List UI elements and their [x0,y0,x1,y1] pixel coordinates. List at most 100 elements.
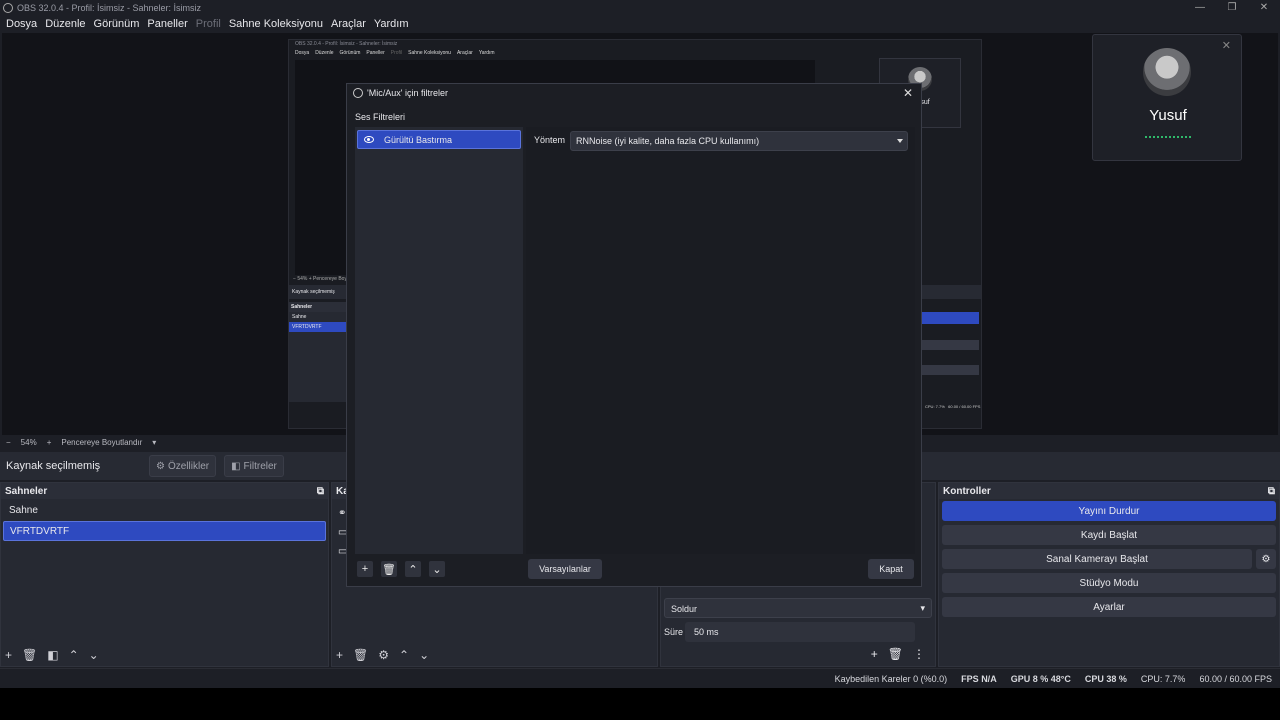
nested-primary-btn [921,312,979,324]
scene-item[interactable]: Sahne [3,500,326,520]
gpu-temp: 48°C [1050,673,1071,684]
method-label: Yöntem [534,135,566,145]
menu-help[interactable]: Yardım [370,18,413,30]
nested-zoom: 54% [297,276,308,282]
trash-icon[interactable]: 🗑 [22,648,37,662]
gpu-usage: GPU 8 % 48°C [1011,674,1071,684]
move-up-icon[interactable]: ⌃ [399,648,409,662]
zoom-level: 54% [20,438,37,447]
eye-icon[interactable] [364,136,374,143]
stop-stream-button[interactable]: Yayını Durdur [942,501,1276,521]
filters-dialog: 'Mic/Aux' için filtreler ✕ Ses Filtreler… [346,83,922,587]
scale-mode-dropdown-icon[interactable]: ▾ [152,438,156,447]
filters-button[interactable]: ◧ Filtreler [224,455,284,477]
menu-docks[interactable]: Paneller [143,18,191,30]
trash-icon[interactable]: 🗑 [353,648,368,662]
nested-menu-item: Yardım [478,50,495,56]
cpu-label: CPU [1084,673,1104,684]
defaults-button[interactable]: Varsayılanlar [528,559,602,579]
add-scene-icon[interactable]: + [5,648,12,662]
start-virtual-camera-button[interactable]: Sanal Kamerayı Başlat [942,549,1252,569]
settings-button[interactable]: Ayarlar [942,597,1276,617]
scene-item-selected[interactable]: VFRTDVRTF [3,521,326,541]
nested-menu-item: Araçlar [456,50,473,56]
cpu-value: 38 % [1106,673,1127,684]
avatar [1143,48,1191,96]
virtual-cam-row: Sanal Kamerayı Başlat ⚙ [942,549,1276,569]
virtual-camera-settings-icon[interactable]: ⚙ [1256,549,1276,569]
add-filter-icon[interactable]: + [357,561,373,577]
nested-fps: 60.00 / 60.00 FPS [948,404,981,409]
add-transition-icon[interactable]: + [871,647,878,661]
gear-icon: ⚙ [156,460,165,472]
close-button[interactable]: Kapat [868,559,914,579]
filter-settings-panel: Yöntem RNNoise (iyi kalite, daha fazla C… [526,127,915,554]
zoom-out-button[interactable]: − [6,438,11,447]
filter-icon[interactable]: ◧ [47,648,58,662]
dialog-title: 'Mic/Aux' için filtreler [367,88,448,98]
transition-select[interactable]: Soldur ▾ [664,598,932,618]
controls-title: Kontroller [943,485,991,497]
camera-name: Yusuf [1149,107,1187,124]
title-bar: OBS 32.0.4 - Profil: İsimsiz - Sahneler:… [0,0,1280,15]
filter-item-label: Gürültü Bastırma [384,134,453,145]
camera-close-icon[interactable]: ✕ [1222,39,1231,52]
no-source-label: Kaynak seçilmemiş [6,460,101,472]
obs-logo-icon [3,2,13,13]
menu-tools[interactable]: Araçlar [327,18,370,30]
gpu-label: GPU [1010,673,1031,684]
scale-mode: Pencereye Boyutlandır [61,438,143,447]
transition-value: Soldur [671,604,698,614]
more-icon[interactable]: ⋮ [913,647,925,661]
properties-label: Özellikler [167,460,210,472]
filter-list-tools: + 🗑 ⌃ ⌄ [357,561,445,577]
fps-value: N/A [981,673,997,684]
menu-file[interactable]: Dosya [2,18,41,30]
menu-profile[interactable]: Profil [192,18,225,30]
transition-tools: + 🗑 ⋮ [871,647,925,661]
dock-float-icon[interactable]: ⧉ [1268,486,1275,497]
status-bar: Kaybedilen Kareler 0 (%0.0) FPS N/A GPU … [0,668,1280,688]
nested-menu-item: Paneller [366,50,385,56]
gear-icon[interactable]: ⚙ [378,648,389,662]
dialog-close-icon[interactable]: ✕ [903,86,913,100]
maximize-button[interactable]: ❐ [1216,2,1248,13]
filters-label: Filtreler [243,460,277,472]
menu-view[interactable]: Görünüm [90,18,144,30]
obs-logo-icon [353,88,363,98]
minimize-button[interactable]: — [1184,2,1216,13]
trash-icon[interactable]: 🗑 [888,647,903,661]
nested-scenes-title: Sahneler [289,302,347,312]
frame-rate: 60.00 / 60.00 FPS [1199,673,1272,684]
start-recording-button[interactable]: Kaydı Başlat [942,525,1276,545]
nested-title: OBS 32.0.4 - Profil: İsimsiz - Sahneler:… [295,41,398,47]
menu-edit[interactable]: Düzenle [41,18,89,30]
add-source-icon[interactable]: + [336,648,343,662]
nested-scenes-dock: Sahneler Sahne VFRTDVRTF [289,302,347,402]
nested-menu-item: Görünüm [339,50,361,56]
duration-input[interactable]: 50 ms [685,622,915,642]
window-close-button[interactable]: ✕ [1248,2,1280,13]
method-select[interactable]: RNNoise (iyi kalite, daha fazla CPU kull… [570,131,908,151]
zoom-in-button[interactable]: + [47,438,52,447]
move-down-icon[interactable]: ⌄ [429,561,445,577]
move-up-icon[interactable]: ⌃ [405,561,421,577]
move-down-icon[interactable]: ⌄ [89,648,99,662]
dock-float-icon[interactable]: ⧉ [317,486,324,497]
studio-mode-button[interactable]: Stüdyo Modu [942,573,1276,593]
filter-icon: ◧ [231,460,241,472]
trash-icon[interactable]: 🗑 [381,561,397,577]
nested-btn [921,340,979,350]
menu-scene-collection[interactable]: Sahne Koleksiyonu [225,18,327,30]
scenes-title: Sahneler [5,485,48,497]
nested-btn [921,365,979,375]
move-up-icon[interactable]: ⌃ [69,648,79,662]
move-down-icon[interactable]: ⌄ [419,648,429,662]
audio-filters-label: Ses Filtreleri [355,112,406,122]
properties-button[interactable]: ⚙ Özellikler [149,455,217,477]
nested-menu-item: Sahne Koleksiyonu [408,50,451,56]
nested-status: CPU: 7.7% 60.00 / 60.00 FPS [925,404,980,409]
filter-item-noise-suppression[interactable]: Gürültü Bastırma [357,130,521,149]
nested-scene-item: VFRTDVRTF [289,322,347,332]
nested-menu: Dosya Düzenle Görünüm Paneller Profil Sahne K… [289,49,981,57]
